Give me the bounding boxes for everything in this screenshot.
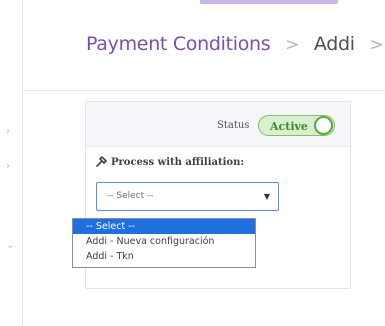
chevron-down-icon: ▼	[263, 192, 270, 201]
breadcrumb: Payment Conditions > Addi >	[86, 33, 385, 55]
process-label: Process with affiliation:	[96, 156, 244, 168]
chevron-right-icon[interactable]: ›	[6, 161, 10, 172]
main-content: Status Active Process with affiliation: …	[23, 91, 385, 326]
active-tab-indicator	[200, 0, 338, 4]
chevron-right-icon[interactable]: ›	[6, 126, 10, 137]
breadcrumb-addi: Addi	[313, 33, 355, 55]
process-label-text: Process with affiliation:	[111, 157, 245, 168]
dropdown-option[interactable]: -- Select --	[73, 219, 255, 234]
status-toggle[interactable]: Active	[258, 115, 335, 136]
left-sidebar: › › ⌄	[0, 0, 23, 326]
affiliation-select[interactable]: -- Select -- ▼	[96, 182, 279, 211]
breadcrumb-payment-conditions[interactable]: Payment Conditions	[86, 33, 271, 55]
affiliation-select-value: -- Select --	[107, 191, 154, 201]
breadcrumb-separator: >	[369, 35, 384, 55]
plug-icon	[96, 156, 107, 167]
chevron-down-icon[interactable]: ⌄	[6, 240, 14, 251]
page-header: Payment Conditions > Addi >	[23, 0, 385, 91]
card-header: Status Active	[86, 102, 350, 147]
status-label: Status	[217, 120, 250, 131]
affiliation-dropdown-list: -- Select -- Addi - Nueva configuración …	[72, 218, 256, 268]
status-toggle-text: Active	[270, 120, 308, 133]
dropdown-option[interactable]: Addi - Tkn	[73, 249, 255, 264]
breadcrumb-separator: >	[285, 35, 300, 55]
dropdown-option[interactable]: Addi - Nueva configuración	[73, 234, 255, 249]
toggle-knob	[314, 116, 333, 135]
